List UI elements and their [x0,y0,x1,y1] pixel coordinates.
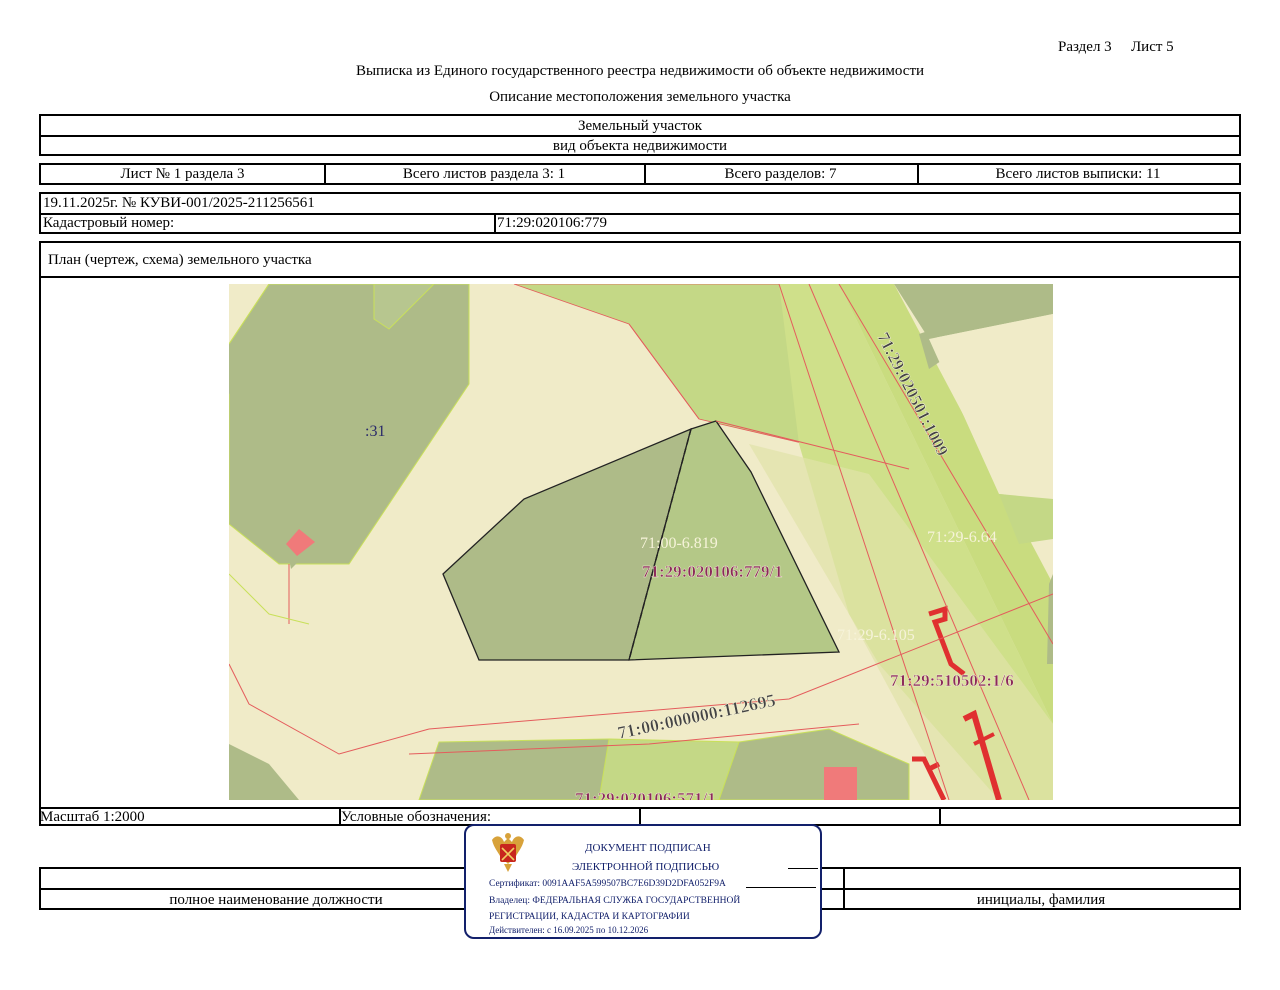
cadastral-value: 71:29:020106:779 [497,215,608,231]
cadastral-map: :31 71:00-6.819 71:29:020106:779/1 71:29… [229,284,1053,800]
label-zone-6105: 71:29-6.105 [837,627,915,644]
legend-label: Условные обозначения: [341,809,492,825]
label-zone-664: 71:29-6.64 [927,529,997,546]
sections-total: Всего разделов: 7 [724,166,837,182]
stamp-line-2: ЭЛЕКТРОННОЙ ПОДПИСЬЮ [572,861,720,873]
position-caption: полное наименование должности [169,892,383,908]
extract-sheets-total: Всего листов выписки: 11 [995,166,1161,182]
object-name: Земельный участок [577,118,703,134]
label-part-7791: 71:29:020106:779/1 [642,562,783,581]
plan-title: План (чертеж, схема) земельного участка [48,252,312,268]
stamp-certificate: Сертификат: 0091AAF5A599507BC7E6D39D2DFA… [489,879,726,889]
stamp-line-1: ДОКУМЕНТ ПОДПИСАН [585,842,711,854]
name-caption: инициалы, фамилия [976,892,1106,908]
stamp-valid: Действителен: с 16.09.2025 по 10.12.2026 [489,925,649,935]
label-parcel-31: :31 [365,423,385,440]
document-title: Выписка из Единого государственного реес… [355,63,925,79]
section-sheets-total: Всего листов раздела 3: 1 [402,166,566,182]
signature-stamp: ДОКУМЕНТ ПОДПИСАН ЭЛЕКТРОННОЙ ПОДПИСЬЮ С… [464,824,822,939]
object-kind-caption: вид объекта недвижимости [552,138,728,154]
sheet-label: Лист 5 [1131,39,1174,55]
label-zone-6819: 71:00-6.819 [640,535,718,552]
label-part-5711: 71:29:020106:571/1 [575,789,716,800]
section-label: Раздел 3 [1058,39,1112,55]
stamp-owner-2: РЕГИСТРАЦИИ, КАДАСТРА И КАРТОГРАФИИ [489,912,690,922]
stamp-owner-1: Владелец: ФЕДЕРАЛЬНАЯ СЛУЖБА ГОСУДАРСТВЕ… [489,896,741,906]
cadastral-label: Кадастровый номер: [43,215,175,231]
building-bottom [824,767,857,800]
record-date-number: 19.11.2025г. № КУВИ-001/2025-211256561 [43,195,315,211]
label-part-51: 71:29:510502:1/6 [890,671,1014,690]
coat-of-arms-icon [492,833,524,872]
scale-label: Масштаб 1:2000 [40,809,145,825]
document-subtitle: Описание местоположения земельного участ… [489,89,791,105]
sheet-number: Лист № 1 раздела 3 [120,166,245,182]
